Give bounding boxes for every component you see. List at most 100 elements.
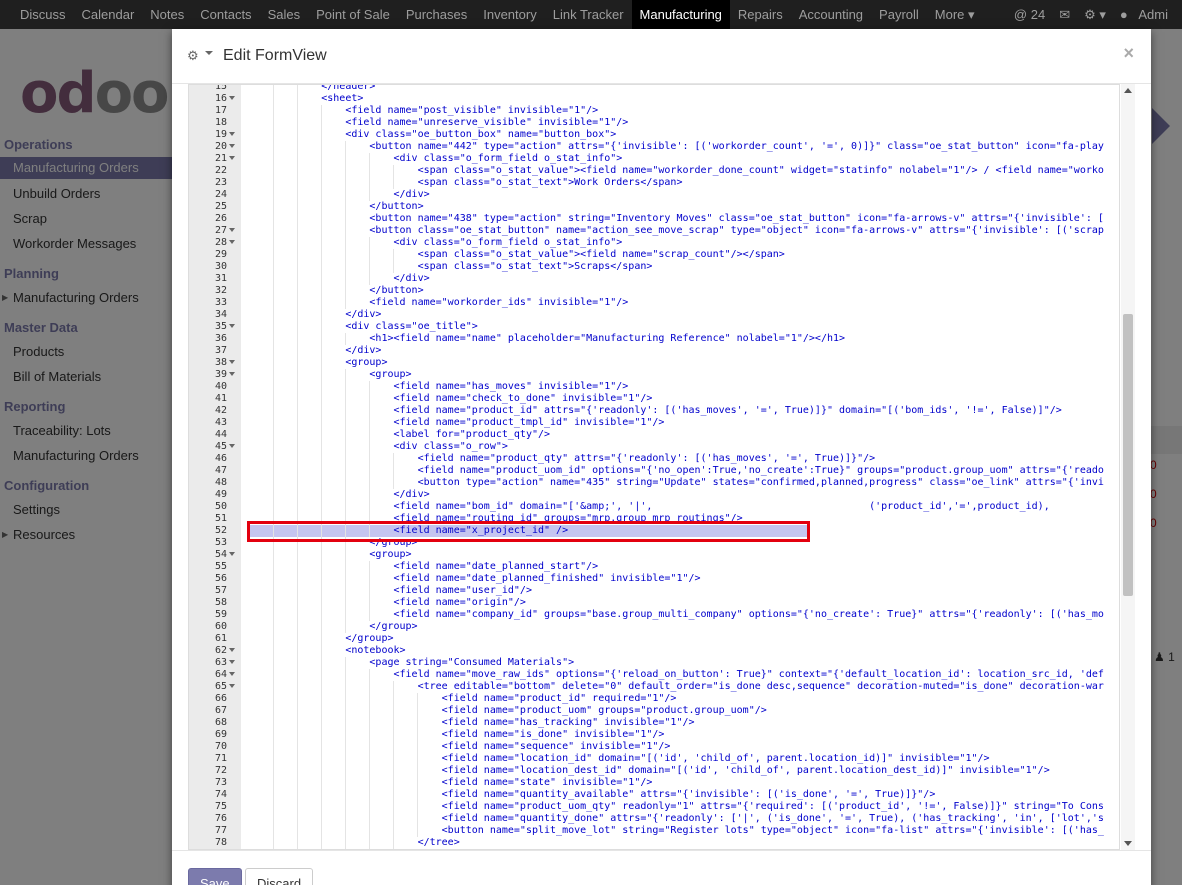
user-menu[interactable]: ● Admi <box>1113 7 1182 22</box>
code-line[interactable]: 48 <button type="action" name="435" stri… <box>189 477 1119 489</box>
debug-icon[interactable]: ⚙ ▾ <box>1077 7 1113 23</box>
code-line[interactable]: 75 <field name="product_uom_qty" readonl… <box>189 801 1119 813</box>
code-line[interactable]: 57 <field name="user_id"/> <box>189 585 1119 597</box>
fold-toggle-icon[interactable] <box>229 96 235 100</box>
close-icon[interactable]: × <box>1123 43 1134 64</box>
code-line[interactable]: 58 <field name="origin"/> <box>189 597 1119 609</box>
fold-toggle-icon[interactable] <box>229 360 235 364</box>
code-line[interactable]: 34 </div> <box>189 309 1119 321</box>
code-line[interactable]: 16 <sheet> <box>189 93 1119 105</box>
code-line[interactable]: 29 <span class="o_stat_value"><field nam… <box>189 249 1119 261</box>
code-line[interactable]: 73 <field name="state" invisible="1"/> <box>189 777 1119 789</box>
code-line[interactable]: 42 <field name="product_id" attrs="{'rea… <box>189 405 1119 417</box>
fold-toggle-icon[interactable] <box>229 552 235 556</box>
code-line[interactable]: 20 <button name="442" type="action" attr… <box>189 141 1119 153</box>
code-line[interactable]: 36 <h1><field name="name" placeholder="M… <box>189 333 1119 345</box>
chat-icon[interactable]: ✉ <box>1052 7 1077 23</box>
code-line[interactable]: 59 <field name="company_id" groups="base… <box>189 609 1119 621</box>
code-line[interactable]: 71 <field name="location_id" domain="[('… <box>189 753 1119 765</box>
code-line[interactable]: 37 </div> <box>189 345 1119 357</box>
code-line[interactable]: 24 </div> <box>189 189 1119 201</box>
code-line[interactable]: 50 <field name="bom_id" domain="['&amp;'… <box>189 501 1119 513</box>
nav-item-contacts[interactable]: Contacts <box>192 0 259 29</box>
code-line[interactable]: 56 <field name="date_planned_finished" i… <box>189 573 1119 585</box>
editor-scrollbar[interactable] <box>1121 84 1135 850</box>
fold-toggle-icon[interactable] <box>229 444 235 448</box>
code-line[interactable]: 35 <div class="oe_title"> <box>189 321 1119 333</box>
fold-toggle-icon[interactable] <box>229 660 235 664</box>
code-line[interactable]: 38 <group> <box>189 357 1119 369</box>
scroll-down-arrow-icon[interactable] <box>1124 841 1132 846</box>
scrollbar-thumb[interactable] <box>1123 314 1133 596</box>
code-line[interactable]: 17 <field name="post_visible" invisible=… <box>189 105 1119 117</box>
code-line[interactable]: 33 <field name="workorder_ids" invisible… <box>189 297 1119 309</box>
fold-toggle-icon[interactable] <box>229 240 235 244</box>
code-line[interactable]: 65 <tree editable="bottom" delete="0" de… <box>189 681 1119 693</box>
fold-toggle-icon[interactable] <box>229 372 235 376</box>
nav-item-notes[interactable]: Notes <box>142 0 192 29</box>
code-line[interactable]: 49 </div> <box>189 489 1119 501</box>
code-line[interactable]: 47 <field name="product_uom_id" options=… <box>189 465 1119 477</box>
code-line[interactable]: 21 <div class="o_form_field o_stat_info"… <box>189 153 1119 165</box>
bug-icon[interactable]: ⚙ <box>187 48 199 64</box>
code-line[interactable]: 70 <field name="sequence" invisible="1"/… <box>189 741 1119 753</box>
code-line[interactable]: 41 <field name="check_to_done" invisible… <box>189 393 1119 405</box>
code-line[interactable]: 68 <field name="has_tracking" invisible=… <box>189 717 1119 729</box>
code-line[interactable]: 51 <field name="routing_id" groups="mrp.… <box>189 513 1119 525</box>
code-line[interactable]: 76 <field name="quantity_done" attrs="{'… <box>189 813 1119 825</box>
code-line[interactable]: 72 <field name="location_dest_id" domain… <box>189 765 1119 777</box>
code-line[interactable]: 54 <group> <box>189 549 1119 561</box>
code-line[interactable]: 64 <field name="move_raw_ids" options="{… <box>189 669 1119 681</box>
code-line[interactable]: 69 <field name="is_done" invisible="1"/> <box>189 729 1119 741</box>
code-line[interactable]: 31 </div> <box>189 273 1119 285</box>
code-line[interactable]: 27 <button class="oe_stat_button" name="… <box>189 225 1119 237</box>
code-line[interactable]: 30 <span class="o_stat_text">Scraps</spa… <box>189 261 1119 273</box>
nav-item-point-of-sale[interactable]: Point of Sale <box>308 0 398 29</box>
code-line[interactable]: 66 <field name="product_id" required="1"… <box>189 693 1119 705</box>
code-line[interactable]: 26 <button name="438" type="action" stri… <box>189 213 1119 225</box>
code-line[interactable]: 77 <button name="split_move_lot" string=… <box>189 825 1119 837</box>
save-button[interactable]: Save <box>188 868 242 885</box>
fold-toggle-icon[interactable] <box>229 684 235 688</box>
code-line[interactable]: 67 <field name="product_uom" groups="pro… <box>189 705 1119 717</box>
code-line[interactable]: 44 <label for="product_qty"/> <box>189 429 1119 441</box>
code-line[interactable]: 32 </button> <box>189 285 1119 297</box>
nav-item-link-tracker[interactable]: Link Tracker <box>545 0 632 29</box>
nav-item-sales[interactable]: Sales <box>260 0 309 29</box>
code-line[interactable]: 40 <field name="has_moves" invisible="1"… <box>189 381 1119 393</box>
activity-counter[interactable]: @ 24 <box>1007 7 1052 22</box>
code-line[interactable]: 60 </group> <box>189 621 1119 633</box>
nav-item-purchases[interactable]: Purchases <box>398 0 475 29</box>
nav-item-calendar[interactable]: Calendar <box>74 0 143 29</box>
nav-item-discuss[interactable]: Discuss <box>0 0 74 29</box>
code-line[interactable]: 18 <field name="unreserve_visible" invis… <box>189 117 1119 129</box>
code-line[interactable]: 74 <field name="quantity_available" attr… <box>189 789 1119 801</box>
nav-item-inventory[interactable]: Inventory <box>475 0 544 29</box>
code-line[interactable]: 23 <span class="o_stat_text">Work Orders… <box>189 177 1119 189</box>
nav-item-payroll[interactable]: Payroll <box>871 0 927 29</box>
code-line[interactable]: 15 </header> <box>189 85 1119 93</box>
nav-item-manufacturing[interactable]: Manufacturing <box>631 0 730 29</box>
scroll-up-arrow-icon[interactable] <box>1124 88 1132 93</box>
code-line[interactable]: 55 <field name="date_planned_start"/> <box>189 561 1119 573</box>
code-line[interactable]: 53 </group> <box>189 537 1119 549</box>
fold-toggle-icon[interactable] <box>229 648 235 652</box>
code-line[interactable]: 62 <notebook> <box>189 645 1119 657</box>
fold-toggle-icon[interactable] <box>229 672 235 676</box>
fold-toggle-icon[interactable] <box>229 132 235 136</box>
code-line[interactable]: 39 <group> <box>189 369 1119 381</box>
nav-item-more[interactable]: More ▾ <box>927 0 983 29</box>
code-line[interactable]: 25 </button> <box>189 201 1119 213</box>
nav-item-repairs[interactable]: Repairs <box>730 0 791 29</box>
code-line[interactable]: 63 <page string="Consumed Materials"> <box>189 657 1119 669</box>
code-line[interactable]: 28 <div class="o_form_field o_stat_info"… <box>189 237 1119 249</box>
code-editor[interactable]: 15 </header> 16 <sheet> 17 <field name="po… <box>188 84 1120 850</box>
fold-toggle-icon[interactable] <box>229 156 235 160</box>
fold-toggle-icon[interactable] <box>229 144 235 148</box>
code-line[interactable]: 52 <field name="x_project_id" /> <box>189 525 1119 537</box>
code-line[interactable]: 22 <span class="o_stat_value"><field nam… <box>189 165 1119 177</box>
chevron-down-icon[interactable] <box>205 51 213 55</box>
code-line[interactable]: 61 </group> <box>189 633 1119 645</box>
code-line[interactable]: 78 </tree> <box>189 837 1119 849</box>
code-line[interactable]: 46 <field name="product_qty" attrs="{'re… <box>189 453 1119 465</box>
